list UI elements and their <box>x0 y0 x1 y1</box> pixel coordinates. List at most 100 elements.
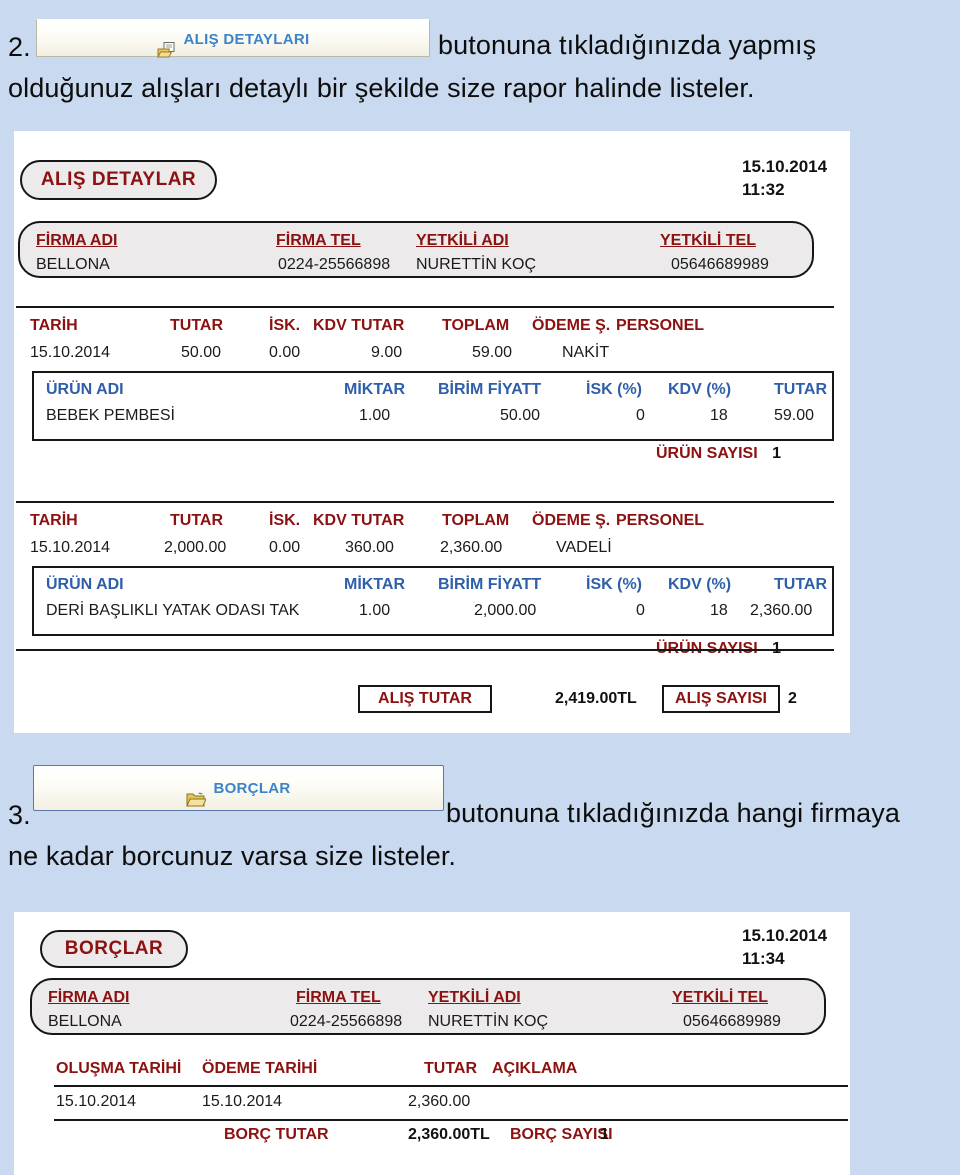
product-count-label: ÜRÜN SAYISI <box>656 445 758 462</box>
product-header-price: BİRİM FİYATT <box>438 381 542 398</box>
instruction-step-3-text-line2: ne kadar borcunuz varsa size listeler. <box>8 841 457 871</box>
firm-tel-value: 0224-25566898 <box>278 256 391 273</box>
firm-tel-value: 0224-25566898 <box>290 1013 403 1030</box>
product-value-price: 50.00 <box>500 407 541 424</box>
debts-count-label: BORÇ SAYISI <box>510 1126 613 1143</box>
instruction-step-2-text: butonuna tıkladığınızda yapmış <box>438 30 817 60</box>
agent-name-value: NURETTİN KOÇ <box>416 256 536 273</box>
firm-name-header: FİRMA ADI <box>48 989 130 1006</box>
agent-tel-value: 05646689989 <box>671 256 769 273</box>
purchase-value-isk: 0.00 <box>269 539 301 556</box>
purchase-value-kdv-tutar: 9.00 <box>371 344 403 361</box>
product-header-total: TUTAR <box>774 381 828 398</box>
purchase-header-personel: PERSONEL <box>616 512 705 529</box>
product-value-total: 2,360.00 <box>750 602 813 619</box>
document-page: 2. ALIŞ DETAYLARI butonuna tıkladığınızd… <box>0 0 960 1175</box>
debts-total-value: 2,360.00TL <box>408 1126 490 1143</box>
purchase-count-value: 2 <box>788 690 797 707</box>
product-header-price: BİRİM FİYATT <box>438 576 542 593</box>
alis-detaylari-button-screenshot[interactable]: ALIŞ DETAYLARI <box>36 19 430 58</box>
purchase-firm-band: FİRMA ADI FİRMA TEL YETKİLİ ADI YETKİLİ … <box>18 221 814 278</box>
purchase-value-odeme: VADELİ <box>556 539 612 556</box>
product-value-qty: 1.00 <box>359 602 391 619</box>
purchase-value-isk: 0.00 <box>269 344 301 361</box>
product-header-disc: İSK (%) <box>586 576 642 593</box>
purchase-report-screenshot: ALIŞ DETAYLAR 15.10.2014 11:32 FİRMA ADI… <box>14 131 850 733</box>
debts-total-label: BORÇ TUTAR <box>224 1126 329 1143</box>
product-value-disc: 0 <box>636 602 645 619</box>
purchase-header-tarih: TARİH <box>30 317 78 334</box>
debts-report-time: 11:34 <box>742 949 785 968</box>
debts-header-divider <box>54 1085 848 1087</box>
agent-name-header: YETKİLİ ADI <box>428 989 521 1006</box>
purchase-value-tarih: 15.10.2014 <box>30 539 111 556</box>
purchase-value-odeme: NAKİT <box>562 344 610 361</box>
step-number-2: 2. <box>8 32 31 62</box>
purchase-header-toplam: TOPLAM <box>442 317 510 334</box>
product-count-value: 1 <box>772 445 782 462</box>
debts-header-note: AÇIKLAMA <box>492 1060 578 1077</box>
purchase-header-kdv-tutar: KDV TUTAR <box>313 317 405 334</box>
product-header-disc: İSK (%) <box>586 381 642 398</box>
product-header-kdv: KDV (%) <box>668 576 732 593</box>
product-value-qty: 1.00 <box>359 407 391 424</box>
debts-count-value: 1 <box>600 1126 609 1143</box>
debts-firm-band: FİRMA ADI FİRMA TEL YETKİLİ ADI YETKİLİ … <box>30 978 826 1035</box>
product-table: ÜRÜN ADI MİKTAR BİRİM FİYATT İSK (%) KDV… <box>32 566 834 636</box>
purchase-count-label-box: ALIŞ SAYISI <box>662 685 780 713</box>
debts-report-title: BORÇLAR <box>40 930 188 968</box>
step-number-3: 3. <box>8 800 31 830</box>
purchase-value-toplam: 2,360.00 <box>440 539 503 556</box>
debts-value-created: 15.10.2014 <box>56 1093 137 1110</box>
product-header-name: ÜRÜN ADI <box>46 576 124 593</box>
purchase-header-isk: İSK. <box>269 512 301 529</box>
debts-table: OLUŞMA TARİHİ ÖDEME TARİHİ TUTAR AÇIKLAM… <box>16 1054 848 1164</box>
purchase-header-tutar: TUTAR <box>170 317 224 334</box>
product-header-name: ÜRÜN ADI <box>46 381 124 398</box>
purchase-header-isk: İSK. <box>269 317 301 334</box>
print-document-icon <box>156 30 177 58</box>
product-header-qty: MİKTAR <box>344 576 406 593</box>
borclar-button-label: BORÇLAR <box>213 779 291 797</box>
debts-header-created: OLUŞMA TARİHİ <box>56 1060 182 1077</box>
firm-name-header: FİRMA ADI <box>36 232 118 249</box>
purchase-report-time: 11:32 <box>742 180 785 199</box>
purchase-count-label: ALIŞ SAYISI <box>675 690 767 707</box>
borclar-button-screenshot[interactable]: BORÇLAR <box>33 765 444 811</box>
purchase-header-odeme: ÖDEME Ş. <box>532 512 611 529</box>
folder-icon <box>186 779 208 807</box>
purchase-total-label: ALIŞ TUTAR <box>378 690 472 707</box>
purchase-header-personel: PERSONEL <box>616 317 705 334</box>
purchase-block: TARİH TUTAR İSK. KDV TUTAR TOPLAM ÖDEME … <box>16 306 834 462</box>
debts-value-payment: 15.10.2014 <box>202 1093 283 1110</box>
purchase-header-toplam: TOPLAM <box>442 512 510 529</box>
debts-header-amount: TUTAR <box>424 1060 478 1077</box>
product-header-qty: MİKTAR <box>344 381 406 398</box>
debts-report-screenshot: BORÇLAR 15.10.2014 11:34 FİRMA ADI FİRMA… <box>14 912 850 1175</box>
footer-divider <box>16 649 834 651</box>
purchase-report-timestamp: 15.10.2014 11:32 <box>742 155 827 201</box>
purchase-header-kdv-tutar: KDV TUTAR <box>313 512 405 529</box>
product-value-total: 59.00 <box>774 407 815 424</box>
product-value-kdv: 18 <box>710 407 728 424</box>
firm-tel-header: FİRMA TEL <box>276 232 361 249</box>
product-value-kdv: 18 <box>710 602 728 619</box>
purchase-report-title: ALIŞ DETAYLAR <box>20 160 217 200</box>
purchase-value-toplam: 59.00 <box>472 344 513 361</box>
firm-name-value: BELLONA <box>36 256 110 273</box>
purchase-report-date: 15.10.2014 <box>742 157 828 176</box>
purchase-block: TARİH TUTAR İSK. KDV TUTAR TOPLAM ÖDEME … <box>16 501 834 657</box>
product-header-kdv: KDV (%) <box>668 381 732 398</box>
purchase-header-tarih: TARİH <box>30 512 78 529</box>
product-value-disc: 0 <box>636 407 645 424</box>
debts-header-payment: ÖDEME TARİHİ <box>202 1060 318 1077</box>
firm-tel-header: FİRMA TEL <box>296 989 381 1006</box>
purchase-total-value: 2,419.00TL <box>555 690 637 707</box>
firm-name-value: BELLONA <box>48 1013 122 1030</box>
product-count-row: ÜRÜN SAYISI 1 <box>656 445 781 463</box>
purchase-header-odeme: ÖDEME Ş. <box>532 317 611 334</box>
product-value-price: 2,000.00 <box>474 602 537 619</box>
purchase-total-label-box: ALIŞ TUTAR <box>358 685 492 713</box>
purchase-value-tarih: 15.10.2014 <box>30 344 111 361</box>
product-value-name: BEBEK PEMBESİ <box>46 407 175 424</box>
